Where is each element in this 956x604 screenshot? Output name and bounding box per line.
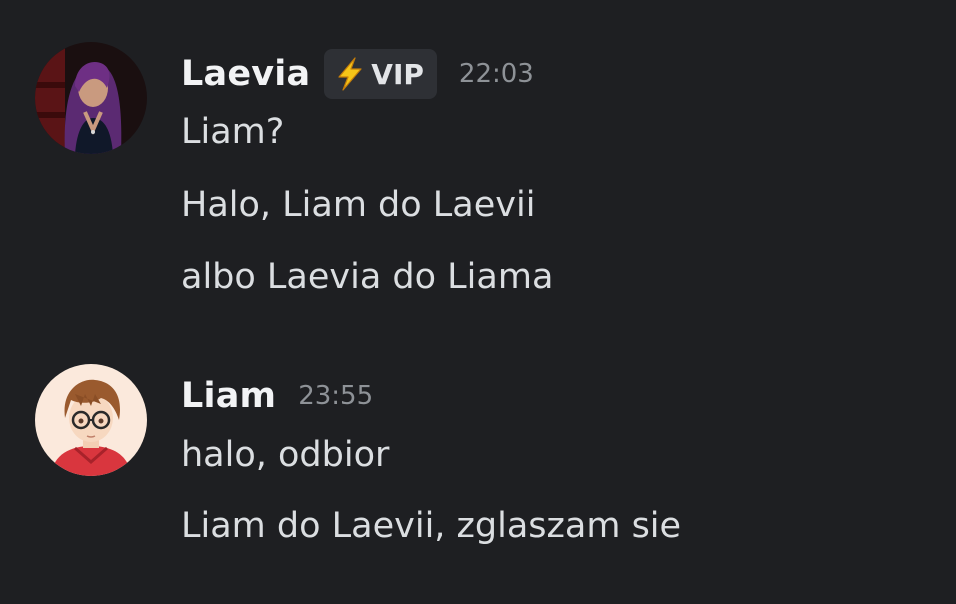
- message-group-liam: Liam 23:55 halo, odbior Liam do Laevii, …: [0, 0, 956, 604]
- username[interactable]: Liam: [181, 376, 276, 416]
- message-text: Liam do Laevii, zglaszam sie: [181, 506, 682, 546]
- avatar[interactable]: [35, 364, 147, 476]
- avatar-liam-image: [35, 364, 147, 476]
- timestamp[interactable]: 23:55: [298, 381, 373, 411]
- message-text: halo, odbior: [181, 435, 390, 475]
- message-header: Liam 23:55: [181, 372, 373, 420]
